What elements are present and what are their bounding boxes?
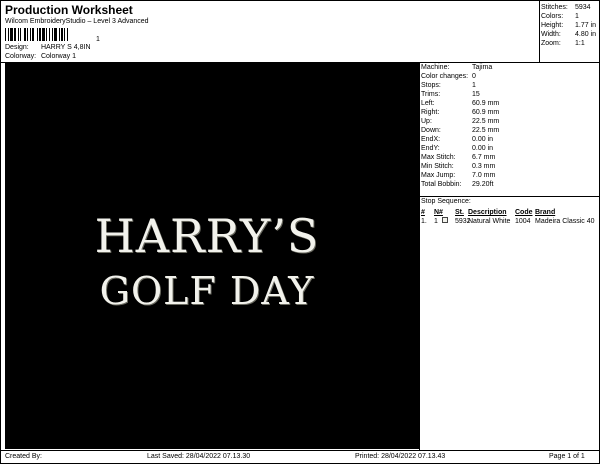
property-value: 22.5 mm [472,118,500,125]
printed-date: Printed: 28/04/2022 07.13.43 [355,453,446,460]
design-preview: HARRY’S GOLF DAY [5,62,419,449]
property-value: 6.7 mm [472,154,496,161]
property-label: EndY: [421,145,440,152]
created-by: Created By: [5,453,42,460]
property-row: Max Stitch: 6.7 mm [421,153,599,162]
properties-separator [419,196,600,197]
design-value: HARRY S 4,8IN [40,44,91,51]
stat-width: Width: 4.80 in [541,31,597,38]
stat-zoom: Zoom: 1:1 [541,40,585,47]
property-row: Trims: 15 [421,90,599,99]
row-needle: 1 [434,218,438,225]
embroidery-artwork: HARRY’S GOLF DAY [95,209,320,313]
property-label: Down: [421,127,441,134]
property-label: EndX: [421,136,441,143]
barcode [5,28,102,41]
property-value: 7.0 mm [472,172,496,179]
property-row: EndX: 0.00 in [421,135,599,144]
property-value: 0.00 in [472,136,494,143]
stop-sequence-header: # N# St. Description Code Brand [421,208,599,217]
col-description: Description [468,209,507,216]
property-value: 1 [472,82,476,89]
property-row: Left: 60.9 mm [421,99,599,108]
col-needle: N# [434,209,443,216]
property-row: Stops: 1 [421,81,599,90]
property-row: Machine: Tajima [421,63,599,72]
row-code: 1004 [515,218,531,225]
barcode-number: 1 [96,36,100,43]
stop-sequence-title: Stop Sequence: [421,198,471,205]
property-value: Tajima [472,64,493,71]
stat-stitches: Stitches: 5934 [541,4,591,11]
property-value: 0.00 in [472,145,494,152]
col-stitches: St. [455,209,464,216]
property-label: Max Stitch: [421,154,456,161]
property-value: 22.5 mm [472,127,500,134]
property-value: 60.9 mm [472,100,500,107]
stat-colors: Colors: 1 [541,13,579,20]
col-code: Code [515,209,533,216]
table-row: 1. 1 5932 Natural White 1004 Madeira Cla… [421,217,599,226]
property-label: Machine: [421,64,450,71]
top-border [0,0,600,1]
property-value: 0.3 mm [472,163,496,170]
col-num: # [421,209,425,216]
left-border [0,0,1,464]
property-label: Color changes: [421,73,469,80]
row-brand: Madeira Classic 40 [535,218,595,225]
stat-height: Height: 1.77 in [541,22,597,29]
stats-divider [539,0,540,62]
property-row: Up: 22.5 mm [421,117,599,126]
artwork-line-1: HARRY’S [95,209,320,263]
property-row: Right: 60.9 mm [421,108,599,117]
property-value: 29.20ft [472,181,494,188]
property-value: 0 [472,73,476,80]
panel-divider [419,62,420,450]
page-number: Page 1 of 1 [549,453,585,460]
property-row: Color changes: 0 [421,72,599,81]
worksheet-title: Production Worksheet [5,3,133,17]
row-description: Natural White [468,218,511,225]
stats-panel: Stitches: 5934 Colors: 1 Height: 1.77 in Wi… [541,3,599,48]
property-label: Right: [421,109,440,116]
row-num: 1. [421,218,427,225]
machine-properties: Machine: Tajima Color changes: 0 Stops: 1 Trim… [421,63,599,189]
property-row: Total Bobbin: 29.20ft [421,180,599,189]
property-value: 15 [472,91,480,98]
property-value: 60.9 mm [472,109,500,116]
col-brand: Brand [535,209,556,216]
colorway-label: Colorway: [5,53,37,60]
property-label: Trims: [421,91,441,98]
barcode-graphic [5,28,68,41]
last-saved: Last Saved: 28/04/2022 07.13.30 [147,453,251,460]
footer-separator [0,450,600,451]
colorway-info: Colorway: Colorway 1 [5,53,76,60]
property-label: Left: [421,100,435,107]
property-label: Up: [421,118,432,125]
property-label: Stops: [421,82,441,89]
property-label: Total Bobbin: [421,181,462,188]
property-row: Min Stitch: 0.3 mm [421,162,599,171]
design-info: Design: HARRY S 4,8IN [5,44,91,51]
property-label: Min Stitch: [421,163,454,170]
stop-sequence-table: # N# St. Description Code Brand 1. 1 593… [421,208,599,226]
software-name: Wilcom EmbroideryStudio – Level 3 Advanc… [5,18,149,25]
property-row: EndY: 0.00 in [421,144,599,153]
property-row: Max Jump: 7.0 mm [421,171,599,180]
colorway-value: Colorway 1 [40,53,76,60]
thread-color-swatch [442,217,448,223]
property-label: Max Jump: [421,172,456,179]
property-row: Down: 22.5 mm [421,126,599,135]
design-label: Design: [5,44,29,51]
artwork-line-2: GOLF DAY [100,269,315,313]
